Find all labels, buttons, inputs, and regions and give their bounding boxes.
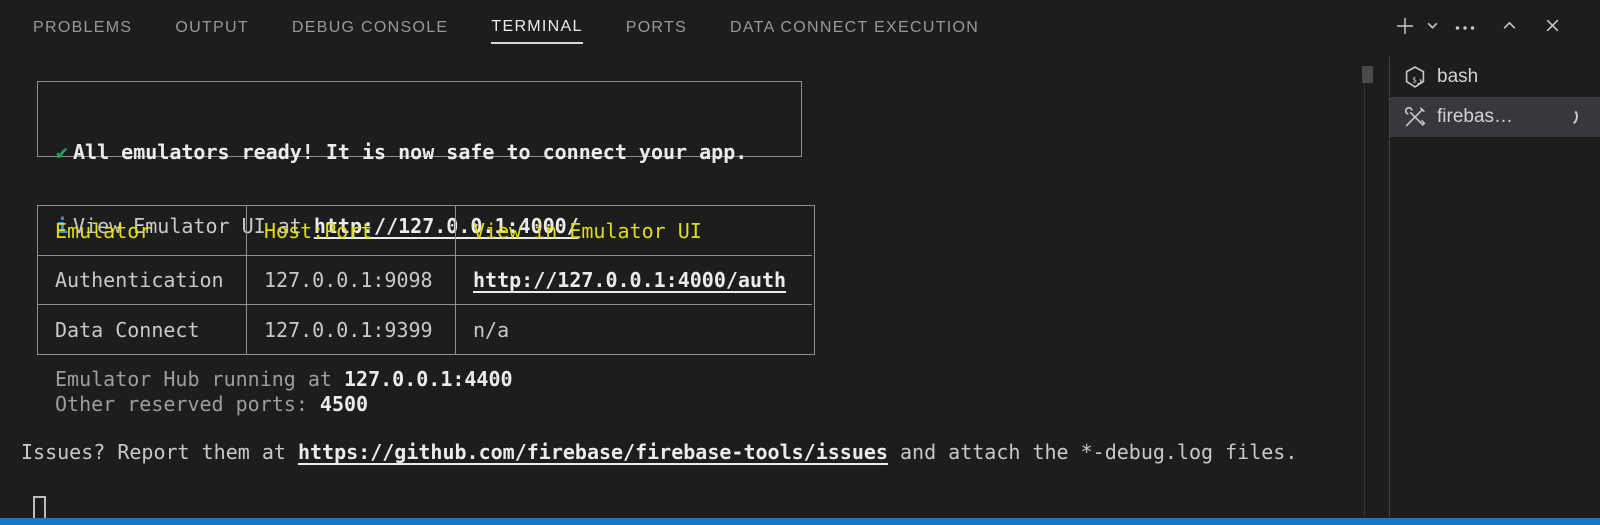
tab-data-connect-execution[interactable]: DATA CONNECT EXECUTION (730, 13, 979, 43)
terminal-tab-label: bash (1437, 66, 1478, 88)
panel-focus-border (0, 518, 1600, 525)
terminal-bash-icon: $ (1403, 65, 1427, 89)
new-terminal-button[interactable] (1390, 11, 1420, 45)
close-panel-button[interactable] (1532, 11, 1572, 45)
issues-text: Issues? Report them at (21, 440, 298, 464)
maximize-panel-button[interactable] (1486, 11, 1532, 45)
launch-profile-dropdown[interactable] (1420, 11, 1444, 45)
table-header-emulator: Emulator (38, 206, 247, 256)
table-cell-host-port: 127.0.0.1:9098 (247, 256, 456, 305)
chevron-up-icon (1501, 17, 1518, 39)
chevron-down-icon (1426, 19, 1439, 37)
reserved-port: 4500 (320, 392, 368, 416)
emulators-table: Emulator Host:Port View in Emulator UI A… (37, 205, 815, 355)
hub-line-text: Emulator Hub running at (55, 367, 344, 391)
terminal-tab-firebase[interactable]: firebas… (1390, 97, 1600, 137)
plus-icon (1394, 15, 1416, 42)
close-icon (1544, 17, 1561, 39)
issues-line: Issues? Report them at https://github.co… (21, 440, 1297, 464)
issues-suffix: and attach the *-debug.log files. (888, 440, 1297, 464)
table-cell-view: n/a (456, 305, 812, 354)
terminal-cursor (33, 496, 46, 520)
ports-line-text: Other reserved ports: (55, 392, 320, 416)
terminal-scrollbar-thumb[interactable] (1362, 66, 1373, 83)
loading-spinner-icon (1558, 106, 1579, 127)
github-issues-link[interactable]: https://github.com/firebase/firebase-too… (298, 440, 888, 464)
terminal-scrollbar-track (1364, 83, 1365, 517)
tab-problems[interactable]: PROBLEMS (33, 13, 132, 43)
auth-emulator-link[interactable]: http://127.0.0.1:4000/auth (473, 268, 786, 292)
tab-debug-console[interactable]: DEBUG CONSOLE (292, 13, 449, 43)
tools-icon (1403, 105, 1427, 129)
table-header-view: View in Emulator UI (456, 206, 812, 256)
reserved-ports-line: Other reserved ports: 4500 (55, 392, 368, 416)
emulators-ready-box: ✔All emulators ready! It is now safe to … (37, 81, 802, 157)
ready-message: All emulators ready! It is now safe to c… (73, 139, 747, 165)
svg-text:$: $ (1412, 75, 1417, 84)
table-cell-host-port: 127.0.0.1:9399 (247, 305, 456, 354)
ellipsis-icon (1454, 19, 1476, 37)
hub-address: 127.0.0.1:4400 (344, 367, 513, 391)
table-header-host-port: Host:Port (247, 206, 456, 256)
table-cell-emulator: Authentication (38, 256, 247, 305)
table-cell-emulator: Data Connect (38, 305, 247, 354)
check-icon: ✔ (38, 139, 73, 165)
tab-ports[interactable]: PORTS (626, 13, 687, 43)
ready-line: ✔All emulators ready! It is now safe to … (38, 139, 801, 165)
tab-output[interactable]: OUTPUT (175, 13, 249, 43)
terminal-tab-label: firebas… (1437, 106, 1513, 128)
more-actions-button[interactable] (1444, 11, 1486, 45)
emulator-hub-line: Emulator Hub running at 127.0.0.1:4400 (55, 367, 513, 391)
panel-actions (1390, 0, 1572, 56)
panel-tabbar: PROBLEMS OUTPUT DEBUG CONSOLE TERMINAL P… (0, 0, 1600, 56)
table-cell-view: http://127.0.0.1:4000/auth (456, 256, 812, 305)
terminal-tabs-list: $ bash firebas… (1390, 57, 1600, 137)
tab-terminal[interactable]: TERMINAL (491, 12, 582, 44)
terminal-tab-bash[interactable]: $ bash (1390, 57, 1600, 97)
